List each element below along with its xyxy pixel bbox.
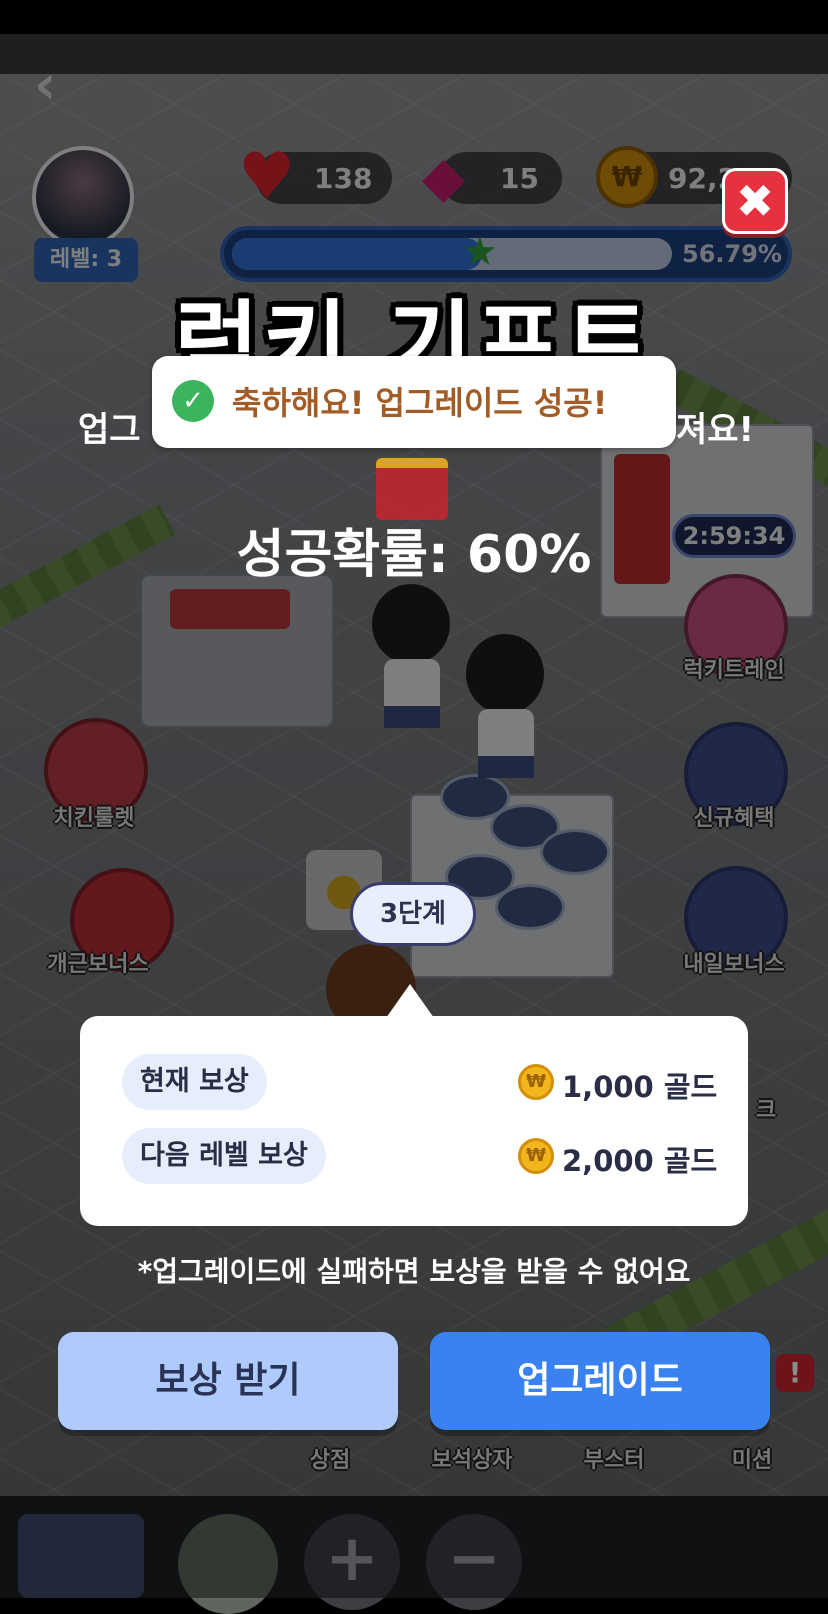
popup-description-end: 져요! bbox=[676, 410, 755, 450]
check-circle-icon: ✓ bbox=[172, 380, 214, 422]
success-toast: ✓ 축하해요! 업그레이드 성공! bbox=[152, 356, 676, 448]
close-icon: ✖ bbox=[735, 174, 775, 228]
failure-note: *업그레이드에 실패하면 보상을 받을 수 없어요 bbox=[137, 1255, 691, 1288]
upgrade-button[interactable]: 업그레이드 bbox=[430, 1332, 770, 1430]
close-button[interactable]: ✖ bbox=[722, 168, 788, 234]
gold-coin-icon: ₩ bbox=[518, 1138, 554, 1174]
next-reward-label: 다음 레벨 보상 bbox=[122, 1128, 326, 1184]
reward-card-pointer bbox=[386, 984, 434, 1018]
status-bar bbox=[0, 0, 828, 34]
success-rate: 성공확률: 60% bbox=[236, 525, 592, 585]
toast-message: 축하해요! 업그레이드 성공! bbox=[232, 384, 608, 422]
next-reward-value: 2,000 골드 bbox=[562, 1144, 718, 1178]
gold-coin-icon: ₩ bbox=[518, 1064, 554, 1100]
popup-description-start: 업그 bbox=[78, 410, 141, 450]
current-reward-label: 현재 보상 bbox=[122, 1054, 267, 1110]
reward-card: 현재 보상 ₩ 1,000 골드 다음 레벨 보상 ₩ 2,000 골드 bbox=[80, 1016, 748, 1226]
stage-badge: 3단계 bbox=[350, 882, 476, 946]
current-reward-value: 1,000 골드 bbox=[562, 1070, 718, 1104]
claim-reward-button[interactable]: 보상 받기 bbox=[58, 1332, 398, 1430]
gift-box-icon bbox=[376, 458, 448, 520]
